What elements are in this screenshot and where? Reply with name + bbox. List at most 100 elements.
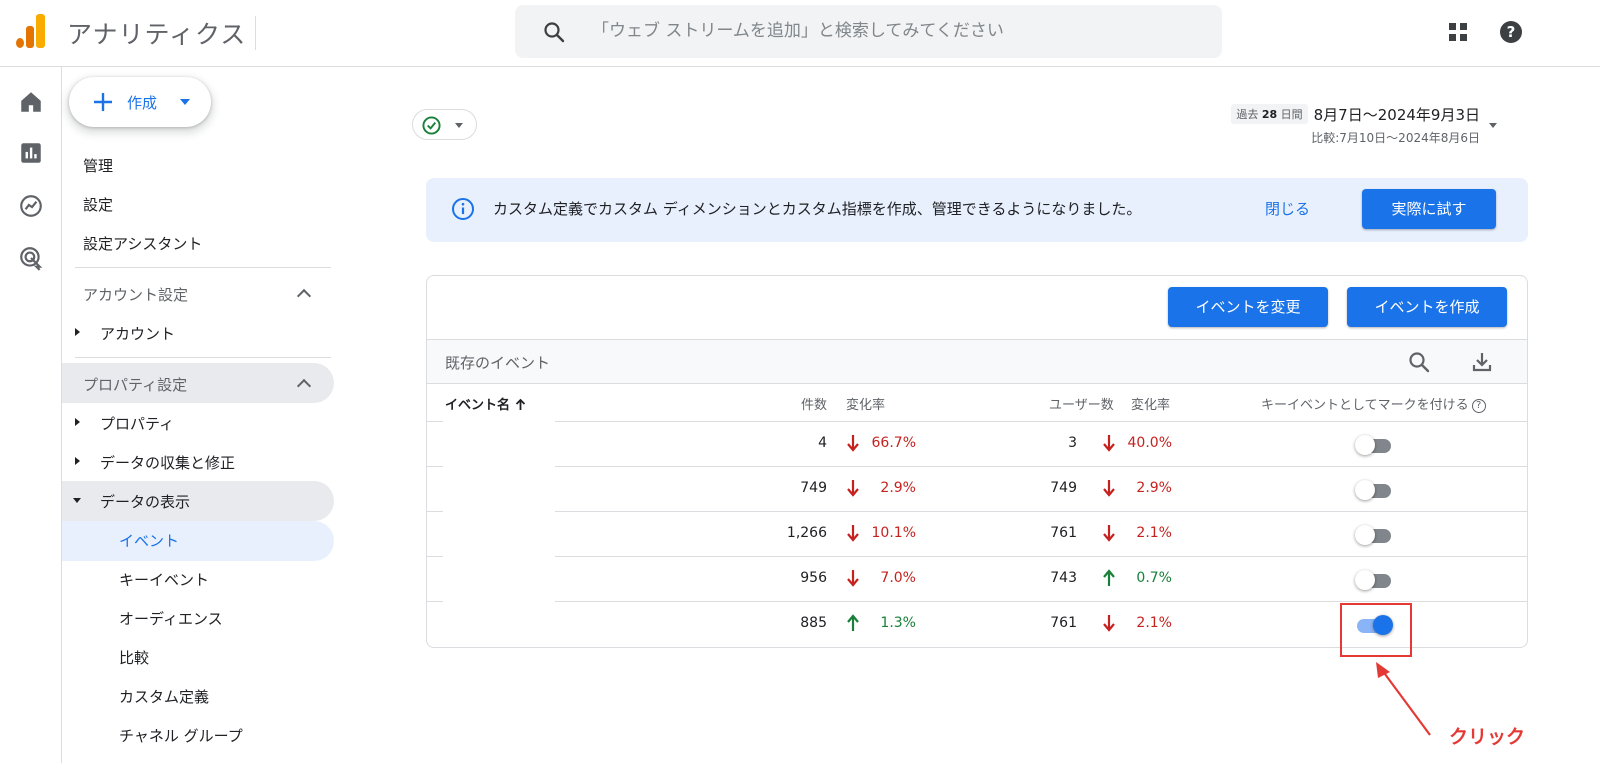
section-account-settings[interactable]: アカウント設定	[83, 284, 188, 305]
search-icon[interactable]	[1407, 350, 1431, 374]
column-users-change: 変化率	[1131, 398, 1171, 413]
date-range-value: 8月7日〜2024年9月3日	[1313, 106, 1480, 124]
nav-item-comparisons[interactable]: 比較	[119, 647, 149, 668]
event-count: 4	[818, 435, 827, 451]
trend-down-icon	[846, 569, 860, 587]
trend-down-icon	[1102, 614, 1116, 632]
user-count: 761	[1050, 615, 1077, 631]
status-filter-chip[interactable]	[412, 109, 477, 140]
count-change: 1.3%	[880, 615, 916, 631]
analytics-logo-icon[interactable]	[16, 14, 46, 48]
search-bar[interactable]	[515, 5, 1222, 58]
user-count: 749	[1050, 480, 1077, 496]
nav-item-audiences[interactable]: オーディエンス	[119, 608, 223, 629]
title-divider	[255, 16, 256, 50]
banner-close-button[interactable]: 閉じる	[1265, 198, 1310, 219]
table-row[interactable]: 4 66.7% 3 40.0%	[427, 422, 1527, 467]
event-count: 1,266	[786, 525, 827, 541]
help-icon[interactable]: ?	[1471, 399, 1486, 413]
create-event-button[interactable]: イベントを作成	[1347, 287, 1507, 327]
caret-down-icon	[455, 123, 463, 128]
count-change: 7.0%	[880, 570, 916, 586]
table-header: イベント名 件数 変化率 ユーザー数 変化率 キーイベントとしてマークを付ける?	[427, 384, 1527, 422]
chevron-up-icon[interactable]	[296, 288, 312, 304]
table-row[interactable]: 956 7.0% 743 0.7%	[427, 557, 1527, 602]
column-event-name[interactable]: イベント名	[445, 394, 526, 413]
nav-item-key-events[interactable]: キーイベント	[119, 569, 209, 590]
key-event-toggle[interactable]	[1355, 570, 1393, 590]
existing-events-card: イベントを変更 イベントを作成 既存のイベント イベント名 件数 変化率 ユーザ…	[426, 275, 1528, 648]
admin-navigation: 作成 管理 設定 設定アシスタント アカウント設定 アカウント プロパティ設定 …	[62, 67, 342, 763]
expand-arrow-icon[interactable]	[75, 418, 80, 426]
nav-item-custom-definitions[interactable]: カスタム定義	[119, 686, 209, 707]
users-change: 0.7%	[1136, 570, 1172, 586]
expand-arrow-icon[interactable]	[75, 328, 80, 336]
key-event-toggle[interactable]	[1355, 435, 1393, 455]
section-property-settings[interactable]: プロパティ設定	[83, 374, 187, 395]
event-count: 749	[800, 480, 827, 496]
reports-icon[interactable]	[18, 140, 44, 166]
nav-item-data-display[interactable]: データの表示	[100, 491, 190, 512]
search-input[interactable]	[592, 17, 1192, 45]
highlight-box	[1340, 603, 1412, 657]
users-change: 40.0%	[1127, 435, 1172, 451]
table-row[interactable]: 749 2.9% 749 2.9%	[427, 467, 1527, 512]
nav-item-setup-assistant[interactable]: 設定アシスタント	[83, 233, 202, 254]
explore-icon[interactable]	[18, 193, 44, 219]
user-count: 743	[1050, 570, 1077, 586]
event-count: 956	[800, 570, 827, 586]
trend-down-icon	[1102, 434, 1116, 452]
date-range-dropdown-icon[interactable]	[1489, 123, 1497, 128]
create-button-label: 作成	[127, 94, 158, 112]
sort-ascending-icon[interactable]	[515, 398, 526, 410]
key-event-toggle[interactable]	[1355, 480, 1393, 500]
info-icon	[452, 198, 474, 220]
event-count: 885	[800, 615, 827, 631]
try-it-button[interactable]: 実際に試す	[1362, 189, 1496, 229]
active-item-highlight	[62, 521, 334, 561]
column-count[interactable]: 件数	[801, 394, 827, 413]
date-range-picker[interactable]: 過去 28 日間 8月7日〜2024年9月3日 比較:7月10日〜2024年8月6…	[1231, 104, 1480, 146]
column-mark-key-event: キーイベントとしてマークを付ける?	[1261, 394, 1486, 413]
users-change: 2.9%	[1136, 480, 1172, 496]
nav-item-property[interactable]: プロパティ	[100, 413, 174, 434]
nav-item-data-collection[interactable]: データの収集と修正	[100, 452, 235, 473]
table-title: 既存のイベント	[445, 354, 551, 372]
help-icon[interactable]: ?	[1499, 20, 1523, 44]
table-row[interactable]: 1,266 10.1% 761 2.1%	[427, 512, 1527, 557]
trend-down-icon	[1102, 479, 1116, 497]
nav-item-settings[interactable]: 設定	[83, 194, 113, 215]
trend-down-icon	[846, 434, 860, 452]
banner-message: カスタム定義でカスタム ディメンションとカスタム指標を作成、管理できるようになり…	[493, 200, 1142, 218]
nav-item-events[interactable]: イベント	[119, 530, 179, 551]
expand-arrow-icon[interactable]	[75, 457, 80, 465]
pointer-arrow-icon	[1376, 662, 1431, 736]
search-icon	[544, 22, 565, 43]
plus-icon	[94, 93, 112, 111]
check-circle-icon	[422, 116, 441, 135]
trend-down-icon	[846, 479, 860, 497]
svg-text:?: ?	[1507, 23, 1516, 41]
create-button[interactable]: 作成	[69, 77, 211, 127]
collapse-arrow-icon[interactable]	[73, 498, 81, 503]
key-event-toggle[interactable]	[1355, 525, 1393, 545]
redacted-name-area	[443, 413, 555, 647]
advertising-icon[interactable]	[18, 245, 44, 271]
count-change: 10.1%	[871, 525, 916, 541]
date-range-badge: 過去 28 日間	[1231, 104, 1308, 124]
user-count: 761	[1050, 525, 1077, 541]
home-icon[interactable]	[18, 89, 44, 115]
app-title: アナリティクス	[67, 20, 247, 49]
apps-grid-icon[interactable]	[1446, 20, 1470, 44]
nav-item-channel-groups[interactable]: チャネル グループ	[119, 725, 243, 746]
modify-event-button[interactable]: イベントを変更	[1168, 287, 1328, 327]
date-range-compare: 比較:7月10日〜2024年8月6日	[1311, 131, 1480, 145]
caret-down-icon	[180, 99, 190, 105]
nav-item-admin[interactable]: 管理	[83, 155, 113, 176]
top-app-bar: アナリティクス ?	[0, 0, 1600, 67]
download-icon[interactable]	[1470, 350, 1494, 374]
nav-item-account[interactable]: アカウント	[100, 323, 175, 344]
column-users[interactable]: ユーザー数	[1049, 394, 1114, 413]
nav-divider	[75, 267, 331, 268]
column-count-change: 変化率	[846, 398, 886, 413]
